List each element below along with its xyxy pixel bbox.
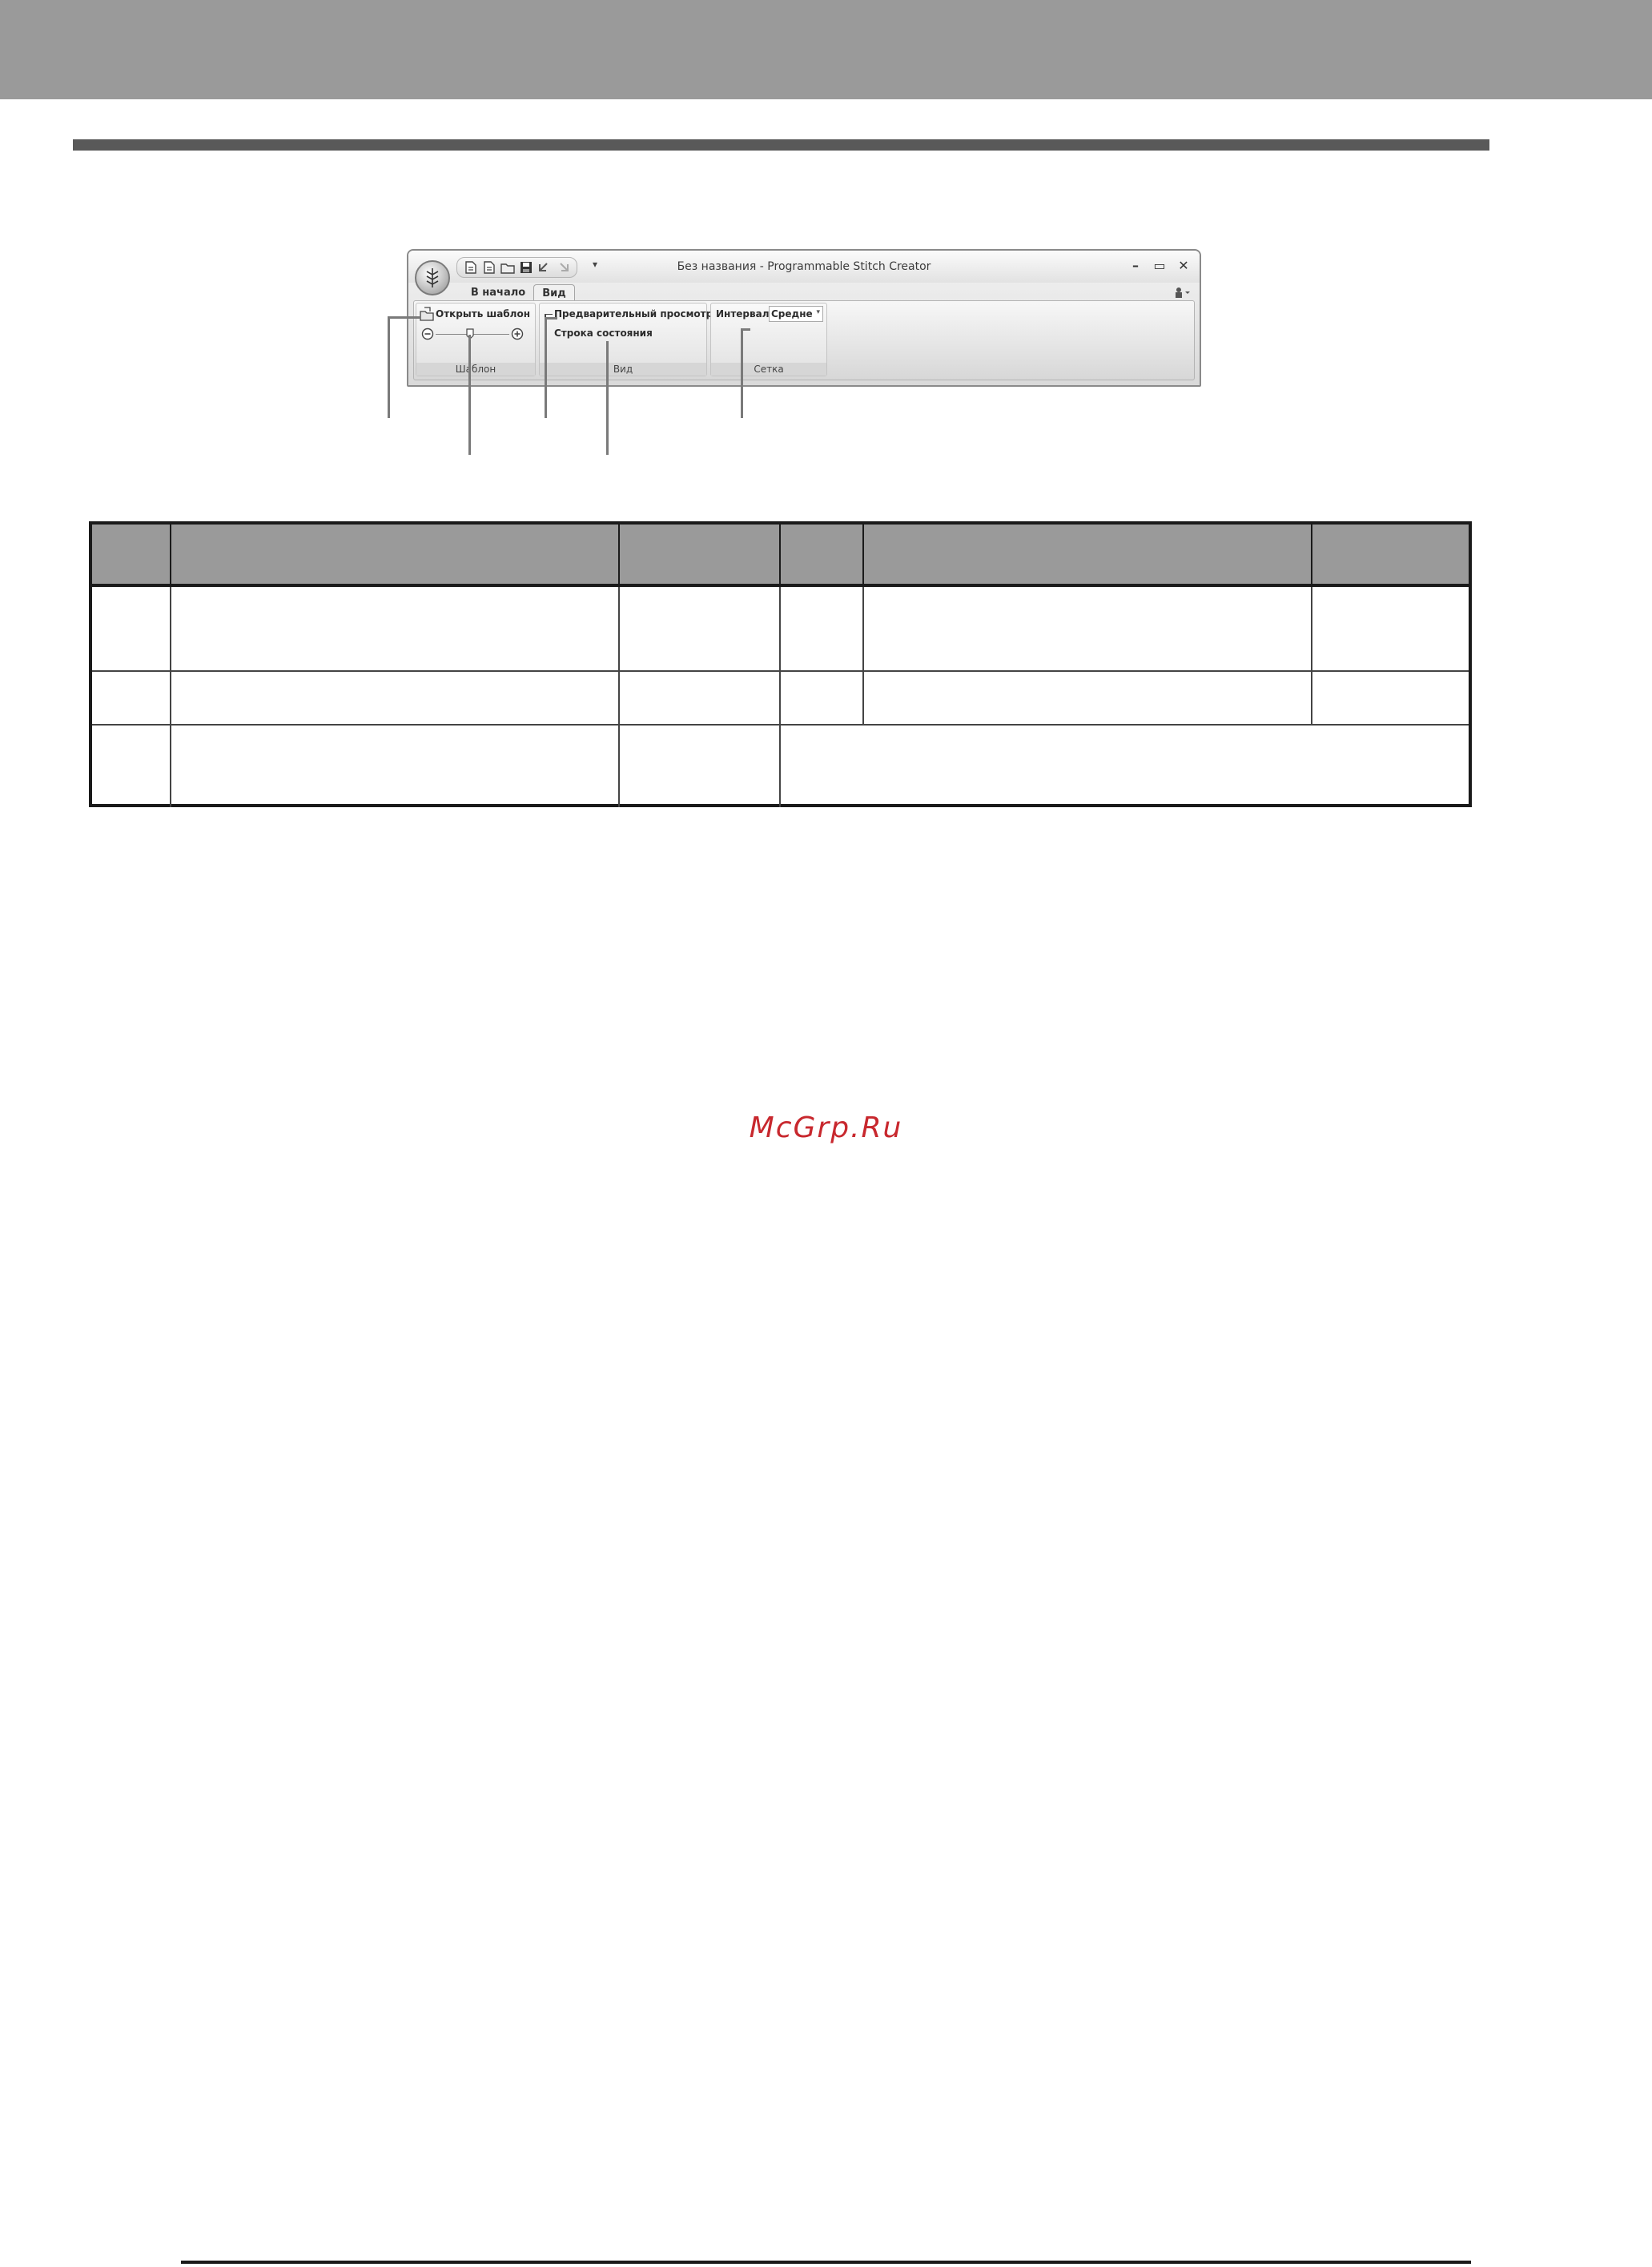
footer-divider <box>181 2261 1471 2264</box>
tab-view[interactable]: Вид <box>533 284 575 301</box>
group-view: Предварительный просмотр Строка состояни… <box>539 303 713 376</box>
ribbon-tabs: В начало Вид <box>408 283 1200 301</box>
app-window: ▾ Без названия - Programmable Stitch Cre… <box>407 249 1201 387</box>
table-header-divider <box>1311 525 1312 587</box>
group-label-grid: Сетка <box>711 363 826 376</box>
table-header-divider <box>618 525 620 587</box>
zoom-in-icon[interactable] <box>511 328 524 340</box>
callout-line-4 <box>606 341 609 455</box>
maximize-icon[interactable]: ▭ <box>1152 257 1168 273</box>
page-header-band <box>0 0 1652 99</box>
callout-line-1 <box>388 316 390 418</box>
ribbon-empty-area <box>830 303 1196 376</box>
ribbon: Открыть шаблон Шаблон Предварительный пр… <box>413 300 1195 380</box>
group-label-template: Шаблон <box>416 363 535 376</box>
app-orb-icon[interactable] <box>415 260 450 295</box>
tab-home[interactable]: В начало <box>458 284 538 300</box>
minimize-icon[interactable]: – <box>1127 257 1144 273</box>
interval-select[interactable]: Средне ▾ <box>769 306 823 322</box>
zoom-out-icon[interactable] <box>421 328 434 340</box>
open-template-button[interactable]: Открыть шаблон <box>436 308 530 320</box>
callout-line-5-h <box>741 328 750 331</box>
description-table <box>89 521 1472 807</box>
help-icon[interactable] <box>1172 286 1192 299</box>
section-divider <box>73 139 1489 151</box>
group-label-view: Вид <box>540 363 706 376</box>
callout-line-2 <box>468 335 471 455</box>
table-column-divider <box>779 587 781 807</box>
window-controls: – ▭ ✕ <box>1127 257 1192 273</box>
callout-line-5 <box>741 328 743 418</box>
table-column-divider <box>1311 587 1312 724</box>
table-column-divider <box>618 587 620 807</box>
table-header-divider <box>779 525 781 587</box>
callout-line-3-h <box>545 317 557 320</box>
interval-label: Интервал: <box>716 308 774 320</box>
table-header-divider <box>862 525 864 587</box>
group-grid: Интервал: Средне ▾ Сетка <box>710 303 827 376</box>
title-bar: ▾ Без названия - Programmable Stitch Cre… <box>408 251 1200 283</box>
close-icon[interactable]: ✕ <box>1176 257 1192 273</box>
table-column-divider <box>170 587 171 807</box>
group-template: Открыть шаблон Шаблон <box>416 303 536 376</box>
table-column-divider <box>862 587 864 724</box>
callout-line-1-h <box>388 316 421 319</box>
watermark: McGrp.Ru <box>749 1111 903 1144</box>
chevron-down-icon[interactable]: ▾ <box>816 308 820 316</box>
preview-option[interactable]: Предварительный просмотр <box>554 308 713 320</box>
interval-value: Средне <box>771 308 813 320</box>
window-title: Без названия - Programmable Stitch Creat… <box>677 260 931 273</box>
status-bar-option[interactable]: Строка состояния <box>554 328 653 339</box>
table-header-divider <box>170 525 171 587</box>
callout-line-3 <box>545 317 547 418</box>
open-template-icon[interactable] <box>420 307 434 321</box>
